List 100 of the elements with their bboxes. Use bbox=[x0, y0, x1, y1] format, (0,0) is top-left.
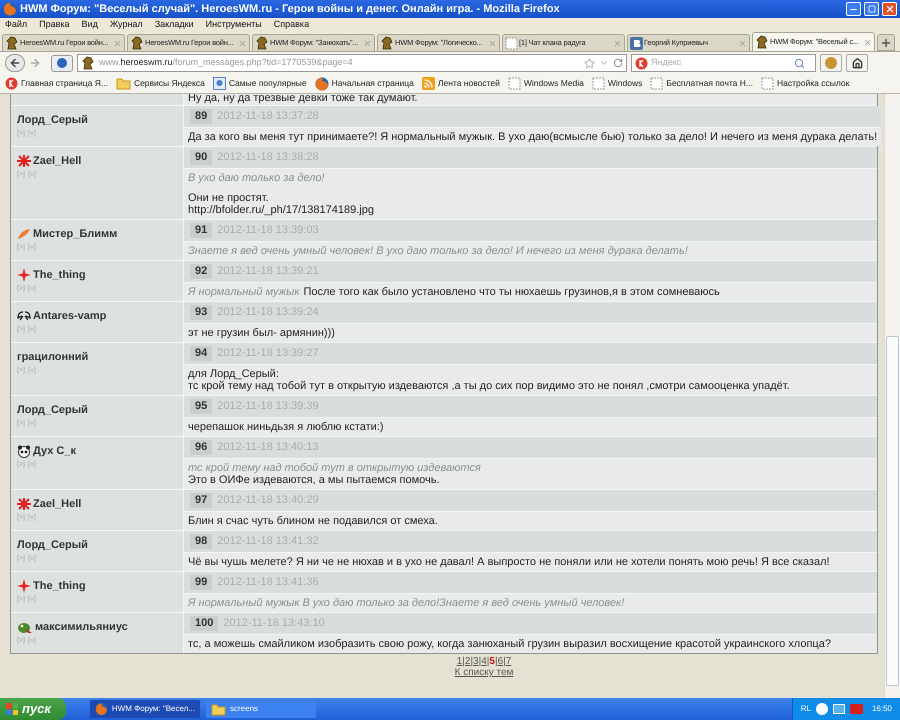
taskbar-button[interactable]: screens bbox=[206, 700, 316, 718]
maximize-icon bbox=[868, 5, 876, 13]
wings-icon bbox=[17, 310, 31, 322]
url-prefix: www. bbox=[99, 56, 121, 70]
maximize-button[interactable] bbox=[864, 2, 879, 16]
author-name[interactable]: Zael_Hell bbox=[33, 496, 82, 512]
new-tab-button[interactable] bbox=[877, 34, 895, 51]
address-field[interactable]: www.heroeswm.ru/forum_messages.php?tid=1770539&page=4 bbox=[77, 54, 627, 72]
close-icon[interactable] bbox=[613, 38, 622, 48]
bookmark-item[interactable]: Настройка ссылок bbox=[777, 77, 850, 90]
page-icon bbox=[508, 77, 521, 90]
post-number[interactable]: 89 bbox=[190, 109, 212, 124]
bookmark-item[interactable]: Бесплатная почта Н... bbox=[666, 77, 753, 90]
message-text: После того как было установлено что ты нюхаешь грузинов,я в этом сомневаюсь bbox=[303, 286, 720, 298]
forward-icon[interactable] bbox=[29, 57, 41, 69]
windows-flag-icon bbox=[6, 703, 18, 715]
page-link[interactable]: 5 bbox=[489, 656, 495, 667]
search-field[interactable]: Яндекс bbox=[631, 54, 816, 72]
url-path: /forum_messages.php?tid=1770539&page=4 bbox=[172, 56, 353, 70]
author-name[interactable]: Мистер_Блимм bbox=[33, 226, 118, 242]
author-name[interactable]: Лорд_Серый bbox=[17, 112, 88, 128]
bookmark-item[interactable]: Windows bbox=[608, 77, 642, 90]
post-number[interactable]: 100 bbox=[190, 616, 218, 631]
page-link[interactable]: 7 bbox=[506, 656, 512, 667]
message-text: тс, а можешь смайликом изобразить свою рожу, когда занюханый грузин выразил восхищение красотой украинского хлопца? bbox=[188, 638, 832, 650]
page-link[interactable]: 6 bbox=[498, 656, 504, 667]
post-number[interactable]: 99 bbox=[190, 575, 212, 590]
menu-item[interactable]: Справка bbox=[274, 18, 310, 32]
page-separator: | bbox=[503, 656, 506, 667]
close-button[interactable] bbox=[882, 2, 897, 16]
author-name[interactable]: The_thing bbox=[33, 267, 86, 284]
menu-item[interactable]: Файл bbox=[5, 18, 28, 32]
menu-item[interactable]: Правка bbox=[39, 18, 70, 32]
author-name[interactable]: Дух С_к bbox=[33, 443, 76, 460]
search-icon[interactable] bbox=[794, 58, 805, 68]
page-separator: | bbox=[486, 656, 490, 667]
page-link[interactable]: 4 bbox=[481, 656, 487, 667]
back-button[interactable] bbox=[5, 54, 25, 72]
author-name[interactable]: Лорд_Серый bbox=[17, 537, 88, 554]
cross-icon bbox=[17, 155, 31, 168]
globe-fox-icon bbox=[95, 702, 108, 716]
author-name[interactable]: The_thing bbox=[33, 578, 86, 594]
page-link[interactable]: 2 bbox=[464, 656, 470, 667]
menu-item[interactable]: Журнал bbox=[110, 18, 143, 32]
page-link[interactable]: 1 bbox=[456, 656, 462, 667]
post-number[interactable]: 97 bbox=[190, 493, 212, 508]
page-link[interactable]: 3 bbox=[473, 656, 479, 667]
search-input[interactable]: Яндекс bbox=[651, 56, 791, 70]
post-number[interactable]: 90 bbox=[190, 150, 212, 165]
post-number[interactable]: 94 bbox=[190, 346, 212, 361]
minimize-button[interactable] bbox=[846, 2, 861, 16]
post-number[interactable]: 96 bbox=[190, 440, 212, 455]
message-text: Блин я счас чуть блином не подавился от смеха. bbox=[188, 515, 439, 527]
close-icon[interactable] bbox=[863, 38, 872, 46]
identity-button[interactable] bbox=[51, 54, 73, 72]
post-number[interactable]: 98 bbox=[190, 534, 212, 549]
circle-letter-icon bbox=[635, 56, 648, 70]
quote-text: тс крой тему над тобой тут в открытую издеваются bbox=[188, 462, 482, 474]
close-icon[interactable] bbox=[238, 38, 247, 48]
post-number[interactable]: 91 bbox=[190, 223, 212, 238]
author-name[interactable]: Лорд_Серый bbox=[17, 402, 88, 418]
menu-item[interactable]: Инструменты bbox=[206, 18, 262, 32]
bookmark-item[interactable]: Начальная страница bbox=[332, 77, 414, 90]
close-icon[interactable] bbox=[738, 38, 747, 48]
menu-item[interactable]: Закладки bbox=[154, 18, 194, 32]
bookmark-item[interactable]: Windows Media bbox=[524, 77, 584, 90]
taskbar-label: HWM Форум: "Весел... bbox=[112, 703, 195, 715]
menu-item[interactable]: Вид bbox=[82, 18, 98, 32]
post-number[interactable]: 92 bbox=[190, 264, 212, 279]
author-name[interactable]: грацилонний bbox=[17, 349, 88, 366]
star-icon bbox=[17, 579, 31, 594]
start-button[interactable]: пуск bbox=[0, 698, 66, 720]
bookmark-item[interactable]: Лента новостей bbox=[438, 77, 500, 90]
topics-link[interactable]: К списку тем bbox=[454, 667, 514, 678]
post-number[interactable]: 93 bbox=[190, 305, 212, 320]
page-icon bbox=[505, 36, 518, 50]
knight-icon bbox=[5, 36, 19, 50]
author-name[interactable]: Antares-vamp bbox=[33, 308, 106, 324]
bookmark-item[interactable]: Сервисы Яндекса bbox=[134, 77, 205, 90]
author-name[interactable]: Zael_Hell bbox=[33, 153, 82, 170]
message-text: Они не простят. bbox=[188, 192, 270, 204]
knight-icon bbox=[755, 35, 769, 49]
author-name[interactable]: максимильяниус bbox=[35, 619, 128, 636]
home-button[interactable] bbox=[846, 54, 868, 72]
chart-page-icon bbox=[212, 77, 226, 90]
message-text: http://bfolder.ru/_ph/17/138174189.jpg bbox=[188, 204, 375, 216]
reload-icon[interactable] bbox=[613, 58, 623, 68]
bookmark-item[interactable]: Главная страница Я... bbox=[21, 77, 108, 90]
scrollbar[interactable] bbox=[884, 94, 900, 698]
circle-letter-icon bbox=[5, 77, 18, 90]
post-number[interactable]: 95 bbox=[190, 399, 212, 414]
close-icon[interactable] bbox=[113, 38, 122, 48]
close-icon[interactable] bbox=[488, 38, 497, 48]
taskbar-button[interactable]: HWM Форум: "Весел... bbox=[90, 700, 200, 718]
back-icon bbox=[9, 57, 21, 69]
feed-icon bbox=[422, 77, 435, 90]
language-indicator[interactable]: RL bbox=[800, 703, 811, 715]
bookmark-item[interactable]: Самые популярные bbox=[228, 77, 307, 90]
bookmark-star-icon[interactable] bbox=[584, 58, 595, 68]
close-icon[interactable] bbox=[363, 38, 372, 48]
